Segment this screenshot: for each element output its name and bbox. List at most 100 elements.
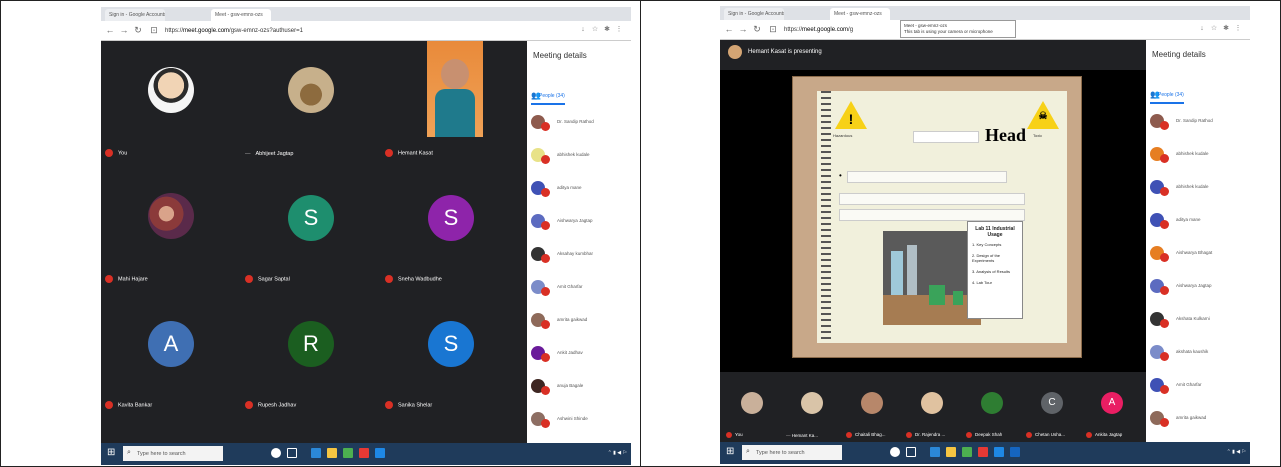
app-icon[interactable] bbox=[962, 447, 972, 457]
tab-meet[interactable]: Meet - gsw-emnz-ozs bbox=[830, 8, 890, 20]
task-view-icon[interactable] bbox=[287, 448, 297, 458]
extension-icon[interactable]: ✱ bbox=[1222, 25, 1230, 33]
app-icon[interactable] bbox=[311, 448, 321, 458]
address-bar[interactable]: ← → ↻ ⊡ https://meet.google.com/gsw-emnz… bbox=[101, 21, 631, 41]
app-icon[interactable] bbox=[1010, 447, 1020, 457]
system-tray[interactable]: ⌃ ▮ ◀ ⚐ bbox=[1227, 449, 1246, 455]
participant-tile[interactable]: A Kavita Bankar bbox=[101, 293, 241, 419]
mic-off-icon bbox=[105, 149, 113, 157]
tab-google-accounts[interactable]: Sign in - Google Accounts bbox=[724, 8, 784, 20]
app-icon[interactable] bbox=[375, 448, 385, 458]
participant-tile[interactable]: Hemant Kasat bbox=[381, 41, 521, 167]
right-screen: Sign in - Google Accounts Meet - gsw-emn… bbox=[720, 6, 1250, 464]
participant-tile[interactable]: S Sneha Wadbudhe bbox=[381, 167, 521, 293]
back-icon[interactable]: ← bbox=[724, 24, 734, 34]
participant-tile[interactable]: R Rupesh Jadhav bbox=[241, 293, 381, 419]
participant-list-item[interactable]: Amit Gharfar bbox=[531, 276, 629, 302]
cortana-icon[interactable] bbox=[271, 448, 281, 458]
participant-list-item[interactable]: Aishwarya Bhagat bbox=[1150, 242, 1248, 268]
app-icon[interactable] bbox=[343, 448, 353, 458]
tab-meet[interactable]: Meet - gsw-emnx-ozs bbox=[211, 9, 271, 21]
app-icon[interactable] bbox=[994, 447, 1004, 457]
chrome-icon[interactable] bbox=[978, 447, 988, 457]
system-tray[interactable]: ⌃ ▮ ◀ ⚐ bbox=[608, 450, 627, 456]
url-text[interactable]: https://meet.google.com/gsw-emnz-ozs?aut… bbox=[161, 25, 307, 37]
download-icon[interactable]: ↓ bbox=[1198, 25, 1206, 33]
participant-name: Hemant Kasat bbox=[398, 150, 433, 157]
task-view-icon[interactable] bbox=[906, 447, 916, 457]
taskbar-search[interactable]: ⌕ Type here to search bbox=[742, 445, 842, 460]
text-box bbox=[839, 193, 1025, 205]
folder-icon[interactable] bbox=[327, 448, 337, 458]
tab-people[interactable]: People (34) bbox=[1158, 92, 1184, 98]
star-icon[interactable]: ☆ bbox=[591, 26, 599, 34]
lock-icon: ⊡ bbox=[150, 25, 158, 35]
participant-tile[interactable]: Chaitali Bhag... bbox=[844, 382, 900, 440]
participant-tile[interactable]: — Abhijeet Jagtap bbox=[241, 41, 381, 167]
reload-icon[interactable]: ↻ bbox=[752, 24, 762, 34]
chrome-icon[interactable] bbox=[359, 448, 369, 458]
windows-start-icon[interactable]: ⊞ bbox=[107, 448, 117, 458]
participant-name: amrita gaikwad bbox=[557, 317, 588, 322]
app-icon[interactable] bbox=[930, 447, 940, 457]
participant-list-item[interactable]: amrita gaikwad bbox=[1150, 407, 1248, 433]
participant-list-item[interactable]: abhishek kudale bbox=[531, 144, 629, 170]
video-feed bbox=[427, 41, 483, 137]
tab-google-accounts[interactable]: Sign in - Google Accounts bbox=[105, 9, 165, 21]
folder-icon[interactable] bbox=[946, 447, 956, 457]
participant-tile[interactable]: Dr. Rajendra ... bbox=[904, 382, 960, 440]
forward-icon[interactable]: → bbox=[738, 24, 748, 34]
participant-list-item[interactable]: akshata kaushik bbox=[1150, 341, 1248, 367]
menu-icon[interactable]: ⋮ bbox=[615, 26, 623, 34]
participant-list-item[interactable]: Aishwarya Jagtap bbox=[1150, 275, 1248, 301]
participant-tile[interactable]: You bbox=[724, 382, 780, 440]
participant-list-item[interactable]: abhishek kudale bbox=[1150, 176, 1248, 202]
title-box bbox=[913, 131, 979, 143]
taskbar-search[interactable]: ⌕ Type here to search bbox=[123, 446, 223, 461]
participant-tile[interactable]: S Sagar Saptal bbox=[241, 167, 381, 293]
participant-list-item[interactable]: aditya mane bbox=[531, 177, 629, 203]
participant-list-item[interactable]: Aksahay kumbhar bbox=[531, 243, 629, 269]
participant-name: Hemant Ka... bbox=[791, 433, 819, 438]
presenter-bar: Hemant Kasat is presenting bbox=[720, 40, 1146, 68]
reload-icon[interactable]: ↻ bbox=[133, 25, 143, 35]
forward-icon[interactable]: → bbox=[119, 25, 129, 35]
tab-people[interactable]: People (34) bbox=[539, 93, 565, 99]
cortana-icon[interactable] bbox=[890, 447, 900, 457]
participant-name: abhishek kudale bbox=[1176, 184, 1209, 189]
participant-name: Amit Gharfar bbox=[557, 284, 583, 289]
participant-list-item[interactable]: Ashwini Shinde bbox=[531, 408, 629, 434]
mic-off-icon bbox=[541, 386, 550, 395]
participant-list-item[interactable]: Akshata Kulkarni bbox=[1150, 308, 1248, 334]
participant-name: Abhijeet Jagtap bbox=[255, 151, 294, 157]
participant-list-item[interactable]: Dr. Sandip Rathod bbox=[531, 111, 629, 137]
participant-tile[interactable]: C Chetan Usha... bbox=[1024, 382, 1080, 440]
participant-name: Deepak Shah bbox=[975, 432, 1003, 438]
menu-icon[interactable]: ⋮ bbox=[1234, 25, 1242, 33]
participant-list-item[interactable]: Amit Gharfar bbox=[1150, 374, 1248, 400]
windows-start-icon[interactable]: ⊞ bbox=[726, 447, 736, 457]
participant-list-item[interactable]: anuja Bagale bbox=[531, 375, 629, 401]
extension-icon[interactable]: ✱ bbox=[603, 26, 611, 34]
participant-list-item[interactable]: amrita gaikwad bbox=[531, 309, 629, 335]
participant-tile[interactable]: A Ankita Jagtap bbox=[1084, 382, 1140, 440]
participant-list-item[interactable]: Ankit Jadhav bbox=[531, 342, 629, 368]
url-text[interactable]: https://meet.google.com/g bbox=[780, 24, 857, 36]
participant-list-item[interactable]: Dr. Sandip Rathod bbox=[1150, 110, 1248, 136]
participant-list-item[interactable]: aditya mane bbox=[1150, 209, 1248, 235]
participant-tile[interactable]: S Sanika Shelar bbox=[381, 293, 521, 419]
mic-off-icon bbox=[245, 401, 253, 409]
download-icon[interactable]: ↓ bbox=[579, 26, 587, 34]
participant-list-item[interactable]: abhishek kudale bbox=[1150, 143, 1248, 169]
back-icon[interactable]: ← bbox=[105, 25, 115, 35]
participant-name: Aksahay kumbhar bbox=[557, 251, 594, 256]
participant-tile[interactable]: — Hemant Ka... bbox=[784, 382, 840, 440]
participant-tile[interactable]: Deepak Shah bbox=[964, 382, 1020, 440]
star-icon[interactable]: ☆ bbox=[1210, 25, 1218, 33]
participant-tile[interactable]: You bbox=[101, 41, 241, 167]
mic-off-icon bbox=[385, 401, 393, 409]
participant-name: Sanika Shelar bbox=[398, 402, 433, 409]
participant-tile[interactable]: Mahi Hajare bbox=[101, 167, 241, 293]
mic-off-icon bbox=[541, 419, 550, 428]
participant-list-item[interactable]: Aishwarya Jagtap bbox=[531, 210, 629, 236]
